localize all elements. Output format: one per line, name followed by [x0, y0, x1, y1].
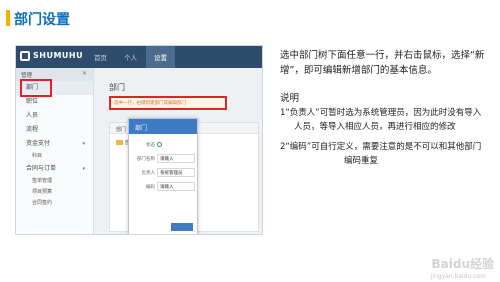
modal-field-input[interactable]: 请输入 — [157, 182, 195, 191]
sidebar-item-label: 签单管理 — [32, 178, 53, 184]
department-modal: 部门 状态 部门名称 请输入 负责人 系统管理员 编码 请输入 — [128, 118, 199, 234]
modal-field-label: 负责人 — [141, 171, 156, 176]
sidebar-item-label: 人员 — [26, 112, 39, 119]
sidebar-item-label: 流程 — [26, 126, 39, 133]
note-1: 1“负责人”可暂时选为系统管理员，因为此时没有导入 人员，等导入相应人员，再进行… — [280, 106, 495, 134]
sidebar-item-label: 科目 — [32, 153, 43, 159]
sidebar-item-label: 职位 — [26, 98, 39, 105]
sidebar-item-label: 项目预算 — [32, 189, 53, 195]
nav-settings[interactable]: 设置 — [146, 46, 175, 68]
sidebar-item[interactable]: 签单管理 — [16, 176, 93, 187]
hint-box: 选中一行，右键新建部门或编辑部门 — [109, 96, 227, 110]
chevron-down-icon: ▾ — [82, 141, 85, 147]
modal-field-label: 状态 — [146, 143, 155, 148]
page-title: 部门设置 — [14, 12, 70, 28]
modal-confirm-button[interactable] — [171, 223, 193, 231]
sidebar-item-label: 合同签约 — [32, 200, 53, 206]
nav-personal[interactable]: 个人 — [124, 52, 137, 62]
watermark-logo: Baidu经验 — [431, 257, 495, 271]
highlight-box-sidebar — [20, 79, 52, 97]
sidebar-item[interactable]: 合同签约 — [16, 198, 93, 209]
modal-field: 部门名称 请输入 — [129, 153, 199, 165]
note-label: 说明 — [280, 93, 300, 104]
sidebar-item[interactable]: 资金支付 ▾ — [16, 137, 93, 151]
note-2-line2: 编码重复 — [344, 156, 379, 166]
sidebar-item[interactable]: 项目预算 — [16, 187, 93, 198]
sidebar-item[interactable]: 人员 — [16, 109, 93, 123]
sidebar-item-label: 合同与订单 — [26, 165, 57, 172]
title-accent-bar — [6, 10, 10, 26]
modal-field-input[interactable]: 请输入 — [157, 154, 195, 163]
hint-text: 选中一行，右键新建部门或编辑部门 — [114, 101, 186, 106]
watermark-url: jingyan.baidu.com — [430, 273, 486, 280]
note-1-line1: 1“负责人”可暂时选为系统管理员，因为此时没有导入 — [280, 108, 482, 118]
sidebar-item[interactable]: 流程 — [16, 123, 93, 137]
modal-field: 状态 — [129, 139, 199, 151]
folder-icon — [116, 140, 123, 145]
sidebar-list: 部门 职位 人员 流程 资金支付 ▾ 科目 合同与订单 ▾ 签单管理 项目预算 合同签约 — [16, 81, 93, 209]
modal-title: 部门 — [129, 119, 197, 134]
main-title: 部门 — [109, 83, 125, 92]
instruction-text: 选中部门树下面任意一行，并右击鼠标，选择“新增”，即可编辑新增部门的基本信息。 — [280, 50, 485, 76]
modal-field: 负责人 系统管理员 — [129, 167, 199, 179]
nav-home[interactable]: 首页 — [94, 52, 107, 62]
modal-field-label: 编码 — [146, 185, 155, 190]
status-radio[interactable] — [157, 142, 162, 147]
app-logo-icon — [20, 51, 30, 61]
modal-field-input[interactable]: 系统管理员 — [157, 168, 195, 177]
modal-field: 编码 请输入 — [129, 181, 199, 193]
sidebar-item[interactable]: 合同与订单 ▾ — [16, 162, 93, 176]
modal-field-label: 部门名称 — [137, 157, 155, 162]
sidebar-item[interactable]: 科目 — [16, 151, 93, 162]
note-2: 2“编码”可自行定义，需要注意的是不可以和其他部门 编码重复 — [280, 140, 495, 168]
app-logo-text: SHUMUHU — [33, 51, 84, 60]
app-screenshot: SHUMUHU 首页 个人 设置 管理 ✕ 部门 职位 人员 流程 资金支付 ▾ 科目 合同与… — [15, 45, 263, 235]
note-2-line1: 2“编码”可自行定义，需要注意的是不可以和其他部门 — [280, 142, 482, 152]
chevron-down-icon: ▾ — [82, 166, 85, 172]
note-1-line2: 人员，等导入相应人员，再进行相应的修改 — [294, 122, 456, 132]
close-icon[interactable]: ✕ — [82, 70, 87, 77]
sidebar-item[interactable]: 职位 — [16, 95, 93, 109]
sidebar-item-label: 资金支付 — [26, 140, 51, 147]
top-navbar: SHUMUHU 首页 个人 设置 — [16, 46, 262, 68]
